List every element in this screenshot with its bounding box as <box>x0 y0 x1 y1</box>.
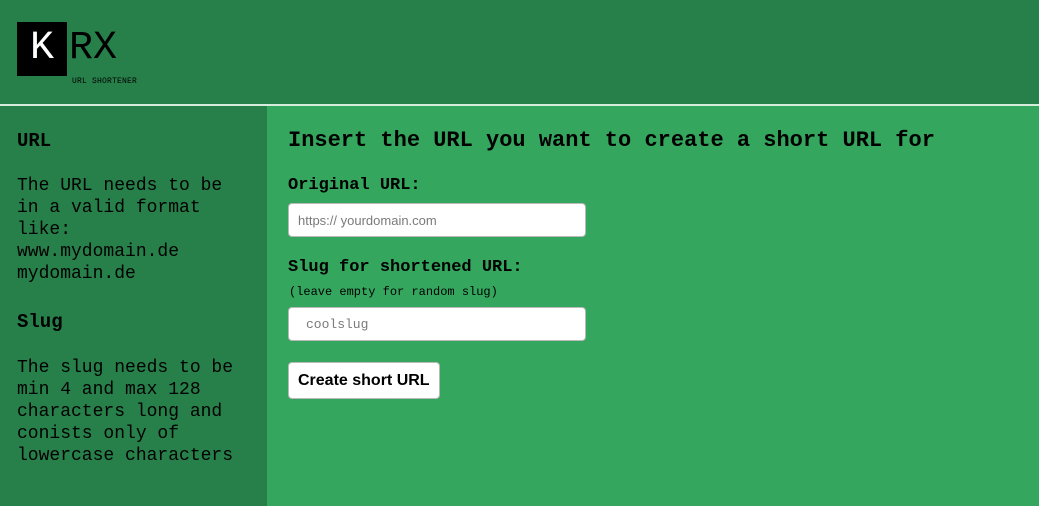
main-content: Insert the URL you want to create a shor… <box>267 106 1039 506</box>
create-short-url-button[interactable]: Create short URL <box>288 362 440 399</box>
sidebar-text-slug: The slug needs to be min 4 and max 128 c… <box>17 358 234 466</box>
slug-hint: (leave empty for random slug) <box>289 285 498 299</box>
logo-box-letter: K <box>17 22 67 76</box>
slug-input[interactable] <box>288 307 586 341</box>
logo-subtitle: URL SHORTENER <box>72 77 138 86</box>
sidebar-text-url: The URL needs to be in a valid format li… <box>17 176 223 284</box>
page-title: Insert the URL you want to create a shor… <box>288 128 935 153</box>
sidebar-heading-url: URL <box>17 130 52 152</box>
header: K RX URL SHORTENER <box>0 0 1039 104</box>
sidebar-heading-slug: Slug <box>17 311 63 333</box>
sidebar: URL The URL needs to be in a valid forma… <box>0 106 267 506</box>
logo-text: RX <box>69 26 118 71</box>
original-url-input[interactable] <box>288 203 586 237</box>
slug-label: Slug for shortened URL: <box>288 258 523 277</box>
original-url-label: Original URL: <box>288 176 421 195</box>
